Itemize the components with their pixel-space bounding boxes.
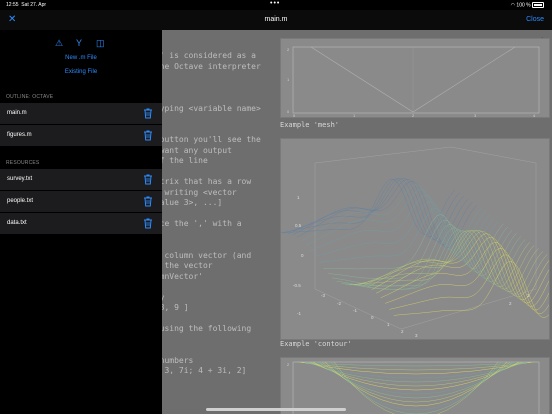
contour-y-tick: 2	[287, 362, 290, 367]
mesh-line	[301, 184, 482, 251]
status-bar: 12:55 Sat 27. Apr ••• ◠ 100 %	[0, 0, 552, 10]
resource-item-survey[interactable]: survey.txt	[0, 169, 162, 191]
resource-item-people[interactable]: people.txt	[0, 191, 162, 213]
mesh-line	[292, 179, 473, 245]
mesh-line	[305, 189, 486, 255]
mesh-z-tick: -0.5	[293, 283, 301, 288]
plot-contour: 2	[280, 357, 550, 414]
top-y-tick: 1	[287, 77, 290, 82]
top-x-tick: 4	[533, 113, 536, 117]
navigation-bar: ✕ main.m Close	[0, 10, 552, 30]
mesh-x-tick: -1	[353, 308, 357, 313]
top-x-tick: 2	[412, 113, 415, 117]
sidebar-toggle-icon[interactable]: ◫	[96, 38, 105, 49]
plot-caption-contour: Example 'contour'	[280, 340, 352, 348]
plot-caption-mesh: Example 'mesh'	[280, 121, 340, 129]
mesh-line	[380, 242, 552, 307]
mesh-z-tick: 1	[297, 195, 300, 200]
new-m-file-link[interactable]: New .m File	[0, 55, 162, 61]
existing-file-link[interactable]: Existing File	[0, 69, 162, 75]
resource-item-label: data.txt	[7, 220, 27, 226]
top-x-tick: 0	[293, 113, 296, 117]
mesh-x-tick: -2	[337, 301, 341, 306]
mesh-x-tick: 3	[415, 333, 418, 338]
status-time-date: 12:55 Sat 27. Apr	[6, 2, 47, 8]
resource-item-data[interactable]: data.txt	[0, 213, 162, 235]
mesh-x-tick: 0	[371, 315, 374, 320]
trash-icon[interactable]	[142, 129, 154, 141]
contour-lines	[294, 361, 538, 414]
resource-item-label: people.txt	[7, 198, 34, 204]
top-x-tick: 3	[474, 113, 477, 117]
trash-icon[interactable]	[142, 173, 154, 185]
battery-icon	[532, 2, 544, 8]
code-text[interactable]: '%' is considered as a the Octave interp…	[162, 51, 261, 377]
wifi-icon: ◠	[510, 2, 516, 9]
plot-pane: ⇪ 2 1 0 0 1 2 3 4 Example 'mesh'	[274, 30, 552, 414]
code-editor[interactable]: '%' is considered as a the Octave interp…	[162, 30, 278, 414]
resource-item-label: survey.txt	[7, 176, 33, 182]
outline-item-label: main.m	[7, 110, 27, 116]
outline-header: OUTLINE: OCTAVE	[6, 94, 54, 100]
mesh-line	[318, 208, 500, 266]
home-indicator[interactable]	[206, 408, 346, 411]
contour-plot-svg: 2	[287, 361, 540, 414]
outline-item-figures[interactable]: figures.m	[0, 125, 162, 147]
mesh-line	[354, 230, 535, 290]
outline-item-main[interactable]: main.m	[0, 103, 162, 125]
plot-mesh: 1 0.5 0 -0.5 -1 -3 -2 -1 0 1 2 3 2 3	[274, 138, 552, 340]
trash-icon[interactable]	[142, 107, 154, 119]
fork-icon[interactable]: Y	[76, 38, 82, 48]
mesh-x-tick: 1	[387, 322, 390, 327]
top-y-tick: 0	[287, 109, 290, 114]
plot-top: 2 1 0 0 1 2 3 4	[280, 38, 550, 118]
sidebar-toolbar: ⚠ Y ◫	[0, 38, 162, 50]
resources-header: RESOURCES	[6, 160, 40, 166]
warning-icon[interactable]: ⚠	[55, 38, 63, 49]
multitask-dots[interactable]: •••	[270, 0, 280, 7]
mesh-line	[274, 178, 456, 235]
mesh-axes-box	[314, 146, 537, 330]
top-y-tick: 2	[287, 47, 290, 52]
outline-item-label: figures.m	[7, 132, 32, 138]
mesh-x-tick: -3	[321, 293, 325, 298]
trash-icon[interactable]	[142, 195, 154, 207]
top-x-tick: 1	[353, 113, 356, 117]
battery-percent: 100 %	[516, 2, 531, 9]
sidebar: ⚠ Y ◫ New .m File Existing File OUTLINE:…	[0, 30, 162, 414]
mesh-line	[367, 231, 548, 298]
mesh-y-tick: 2	[509, 301, 512, 306]
status-right: ◠ 100 %	[511, 2, 544, 8]
mesh-z-tick: 0.5	[295, 223, 302, 228]
page-title: main.m	[264, 16, 288, 23]
trash-icon[interactable]	[142, 217, 154, 229]
mesh-plot-svg: 1 0.5 0 -0.5 -1 -3 -2 -1 0 1 2 3 2 3	[274, 146, 552, 338]
mesh-line	[393, 261, 552, 318]
main-content: '%' is considered as a the Octave interp…	[162, 30, 552, 414]
mesh-z-tick: 0	[301, 253, 304, 258]
close-button[interactable]: Close	[526, 16, 544, 23]
mesh-x-tick: 2	[401, 329, 404, 334]
top-plot-svg: 2 1 0 0 1 2 3 4	[287, 46, 540, 118]
mesh-z-tick: -1	[297, 311, 301, 316]
